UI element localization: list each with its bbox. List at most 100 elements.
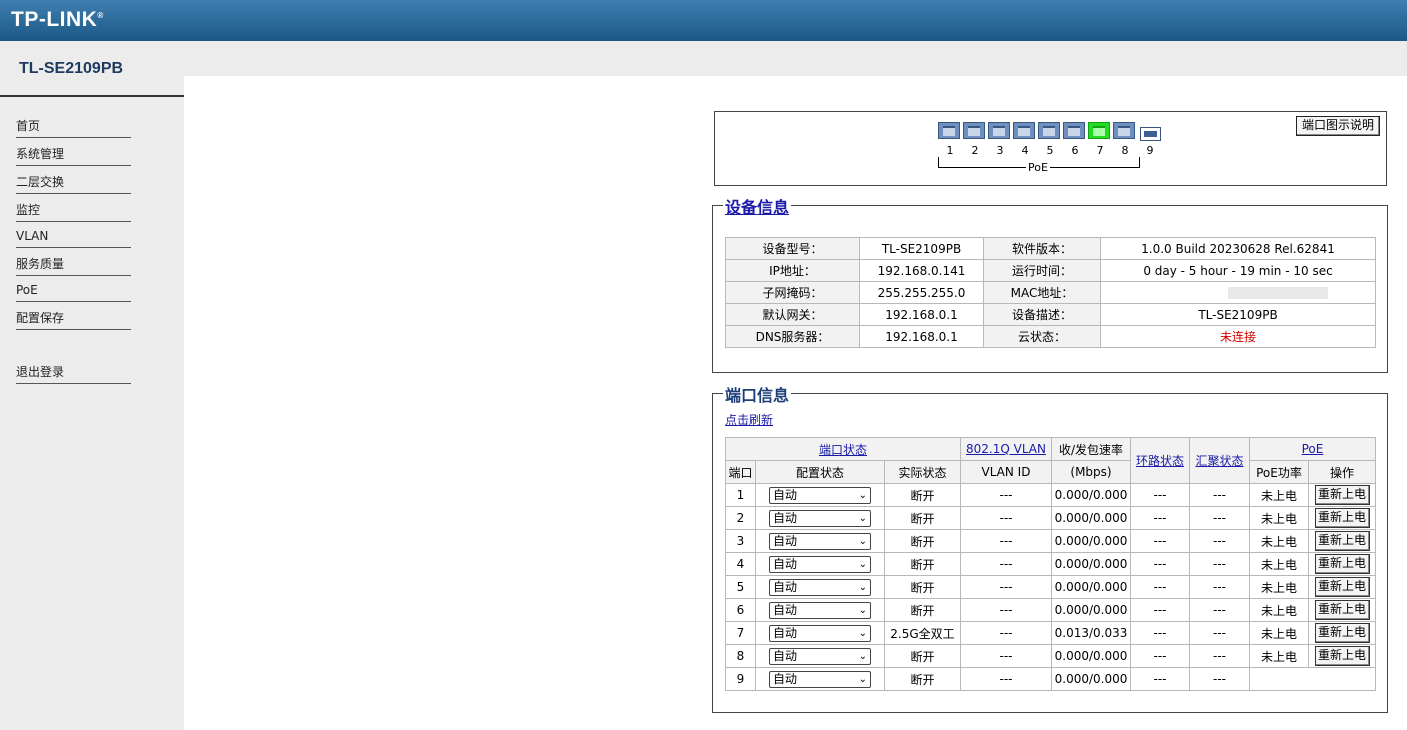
info-label: IP地址： [725, 259, 860, 282]
port-number-cell: 9 [725, 667, 756, 691]
port-legend-button[interactable]: 端口图示说明 [1296, 116, 1380, 136]
header-poe[interactable]: PoE [1249, 437, 1376, 461]
loop-status-cell: --- [1130, 667, 1190, 691]
header-port-status[interactable]: 端口状态 [725, 437, 961, 461]
config-select[interactable]: 自动 ⌄ [769, 486, 871, 504]
port-jack [968, 126, 980, 136]
config-select-value: 自动 [773, 625, 798, 640]
nav-qos[interactable]: 服务质量 [16, 256, 131, 276]
info-value: 255.255.255.0 [859, 281, 984, 304]
nav-save-config[interactable]: 配置保存 [16, 310, 131, 330]
nav-home[interactable]: 首页 [16, 118, 131, 138]
port-number: 3 [996, 144, 1004, 157]
port-icon-1[interactable] [938, 122, 960, 139]
sidebar-divider [0, 95, 184, 97]
nav-system[interactable]: 系统管理 [16, 146, 131, 166]
chevron-down-icon: ⌄ [858, 604, 867, 616]
config-select[interactable]: 自动 ⌄ [769, 647, 871, 665]
port-jack [943, 126, 955, 136]
chevron-down-icon: ⌄ [858, 627, 867, 639]
info-row: 默认网关： 192.168.0.1 设备描述： TL-SE2109PB [725, 303, 1376, 326]
agg-status-cell: --- [1189, 667, 1250, 691]
repower-button[interactable]: 重新上电 [1314, 554, 1370, 574]
chevron-down-icon: ⌄ [858, 650, 867, 662]
config-select[interactable]: 自动 ⌄ [769, 509, 871, 527]
chevron-down-icon: ⌄ [858, 535, 867, 547]
config-select[interactable]: 自动 ⌄ [769, 532, 871, 550]
header-mbps: (Mbps) [1051, 460, 1131, 484]
config-select[interactable]: 自动 ⌄ [769, 624, 871, 642]
port-number-cell: 3 [725, 529, 756, 553]
nav-poe[interactable]: PoE [16, 282, 131, 302]
info-value [1100, 281, 1376, 304]
config-select-value: 自动 [773, 487, 798, 502]
repower-button[interactable]: 重新上电 [1314, 646, 1370, 666]
port-number: 6 [1071, 144, 1079, 157]
port-number-cell: 4 [725, 552, 756, 576]
info-label: 设备描述： [983, 303, 1101, 326]
port-status-link[interactable]: 端口状态 [819, 443, 867, 457]
vlan-id-cell: --- [960, 621, 1052, 645]
repower-button[interactable]: 重新上电 [1314, 623, 1370, 643]
header-port: 端口 [725, 460, 756, 484]
chevron-down-icon: ⌄ [858, 489, 867, 501]
poe-power-cell: 未上电 [1249, 575, 1309, 599]
agg-status-cell: --- [1189, 552, 1250, 576]
nav-vlan[interactable]: VLAN [16, 228, 131, 248]
repower-button[interactable]: 重新上电 [1314, 531, 1370, 551]
loop-status-link[interactable]: 环路状态 [1136, 454, 1184, 468]
rate-cell: 0.000/0.000 [1051, 667, 1131, 691]
port-icon-3[interactable] [988, 122, 1010, 139]
refresh-link[interactable]: 点击刷新 [725, 411, 773, 428]
repower-button[interactable]: 重新上电 [1314, 508, 1370, 528]
actual-status-cell: 断开 [884, 506, 961, 530]
nav-logout[interactable]: 退出登录 [16, 364, 131, 384]
chevron-down-icon: ⌄ [858, 581, 867, 593]
config-select-value: 自动 [773, 533, 798, 548]
actual-status-cell: 断开 [884, 575, 961, 599]
actual-status-cell: 2.5G全双工 [884, 621, 961, 645]
poe-link[interactable]: PoE [1302, 442, 1324, 456]
config-select[interactable]: 自动 ⌄ [769, 670, 871, 688]
port-icon-2[interactable] [963, 122, 985, 139]
header-vlan[interactable]: 802.1Q VLAN [960, 437, 1052, 461]
config-cell: 自动 ⌄ [755, 483, 885, 507]
repower-button[interactable]: 重新上电 [1314, 577, 1370, 597]
config-cell: 自动 ⌄ [755, 667, 885, 691]
port-row: 9 自动 ⌄ 断开 --- 0.000/0.000 --- --- [725, 667, 1376, 691]
header-agg[interactable]: 汇聚状态 [1189, 437, 1250, 484]
port-row: 1 自动 ⌄ 断开 --- 0.000/0.000 --- --- 未上电 重新上电 [725, 483, 1376, 507]
info-value: 0 day - 5 hour - 19 min - 10 sec [1100, 259, 1376, 282]
port-icon-8[interactable] [1113, 122, 1135, 139]
config-select[interactable]: 自动 ⌄ [769, 601, 871, 619]
info-label: DNS服务器： [725, 325, 860, 348]
info-value: TL-SE2109PB [859, 237, 984, 260]
rate-cell: 0.000/0.000 [1051, 644, 1131, 668]
nav-monitor[interactable]: 监控 [16, 202, 131, 222]
config-select-value: 自动 [773, 602, 798, 617]
config-select[interactable]: 自动 ⌄ [769, 578, 871, 596]
port-icon-7[interactable] [1088, 122, 1110, 139]
op-cell: 重新上电 [1308, 575, 1376, 599]
port-icon-5[interactable] [1038, 122, 1060, 139]
actual-status-cell: 断开 [884, 598, 961, 622]
port-number: 4 [1021, 144, 1029, 157]
port-info-title: 端口信息 [723, 382, 792, 406]
config-select[interactable]: 自动 ⌄ [769, 555, 871, 573]
agg-status-link[interactable]: 汇聚状态 [1195, 454, 1243, 468]
port-icon-6[interactable] [1063, 122, 1085, 139]
repower-button[interactable]: 重新上电 [1314, 485, 1370, 505]
poe-power-cell: 未上电 [1249, 621, 1309, 645]
header-loop[interactable]: 环路状态 [1130, 437, 1190, 484]
op-cell: 重新上电 [1308, 621, 1376, 645]
vlan-link[interactable]: 802.1Q VLAN [966, 442, 1046, 456]
nav-l2-switching[interactable]: 二层交换 [16, 174, 131, 194]
rate-cell: 0.013/0.033 [1051, 621, 1131, 645]
device-model-title: TL-SE2109PB [19, 60, 124, 77]
port-number: 7 [1096, 144, 1104, 157]
port-icon-9[interactable] [1140, 127, 1161, 141]
poe-power-cell: 未上电 [1249, 598, 1309, 622]
poe-power-cell: 未上电 [1249, 644, 1309, 668]
repower-button[interactable]: 重新上电 [1314, 600, 1370, 620]
port-icon-4[interactable] [1013, 122, 1035, 139]
